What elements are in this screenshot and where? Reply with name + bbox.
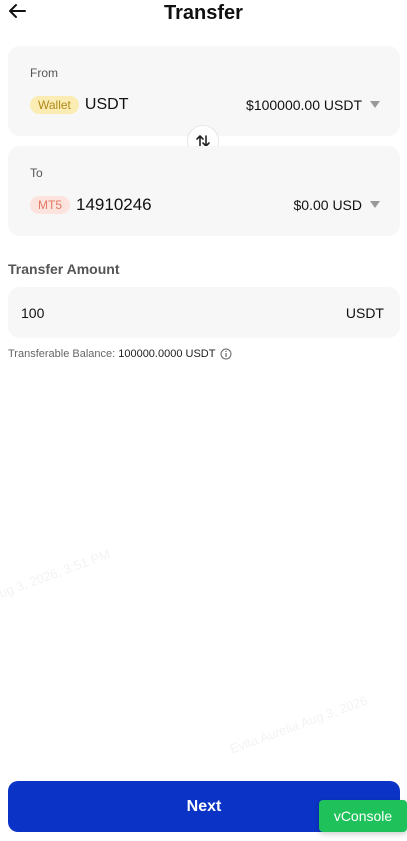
- from-account-row: Wallet USDT $100000.00 USDT: [30, 92, 380, 118]
- from-balance: $100000.00 USDT: [246, 97, 362, 113]
- header: Transfer: [0, 0, 407, 28]
- to-account-number: 14910246: [76, 195, 152, 214]
- wallet-badge: Wallet: [30, 96, 79, 114]
- transferable-balance-label: Transferable Balance:: [8, 348, 116, 360]
- watermark: Evita Aurelia Aug 3, 2026: [227, 692, 370, 757]
- transfer-amount-input[interactable]: [21, 304, 346, 321]
- to-account-row: MT5 14910246 $0.00 USD: [30, 192, 380, 218]
- from-label: From: [30, 66, 58, 80]
- mt5-badge: MT5: [30, 196, 70, 214]
- to-account-selector[interactable]: To MT5 14910246 $0.00 USD: [8, 146, 400, 236]
- to-balance: $0.00 USD: [293, 197, 362, 213]
- transfer-amount-field: USDT: [8, 287, 400, 338]
- transfer-amount-label: Transfer Amount: [8, 261, 120, 277]
- chevron-down-icon: [370, 101, 380, 108]
- page-title: Transfer: [164, 2, 243, 24]
- from-account-selector[interactable]: From Wallet USDT $100000.00 USDT: [8, 46, 400, 136]
- vconsole-button[interactable]: vConsole: [319, 800, 407, 832]
- watermark: ug 3, 2026, 3:51 PM: [0, 546, 113, 601]
- to-label: To: [30, 166, 43, 180]
- from-account-name: USDT: [84, 96, 129, 113]
- info-icon[interactable]: [220, 348, 232, 360]
- transferable-balance: Transferable Balance: 100000.0000 USDT: [8, 348, 232, 360]
- chevron-down-icon: [370, 201, 380, 208]
- amount-unit: USDT: [345, 304, 384, 321]
- transferable-balance-value: 100000.0000 USDT: [118, 348, 216, 360]
